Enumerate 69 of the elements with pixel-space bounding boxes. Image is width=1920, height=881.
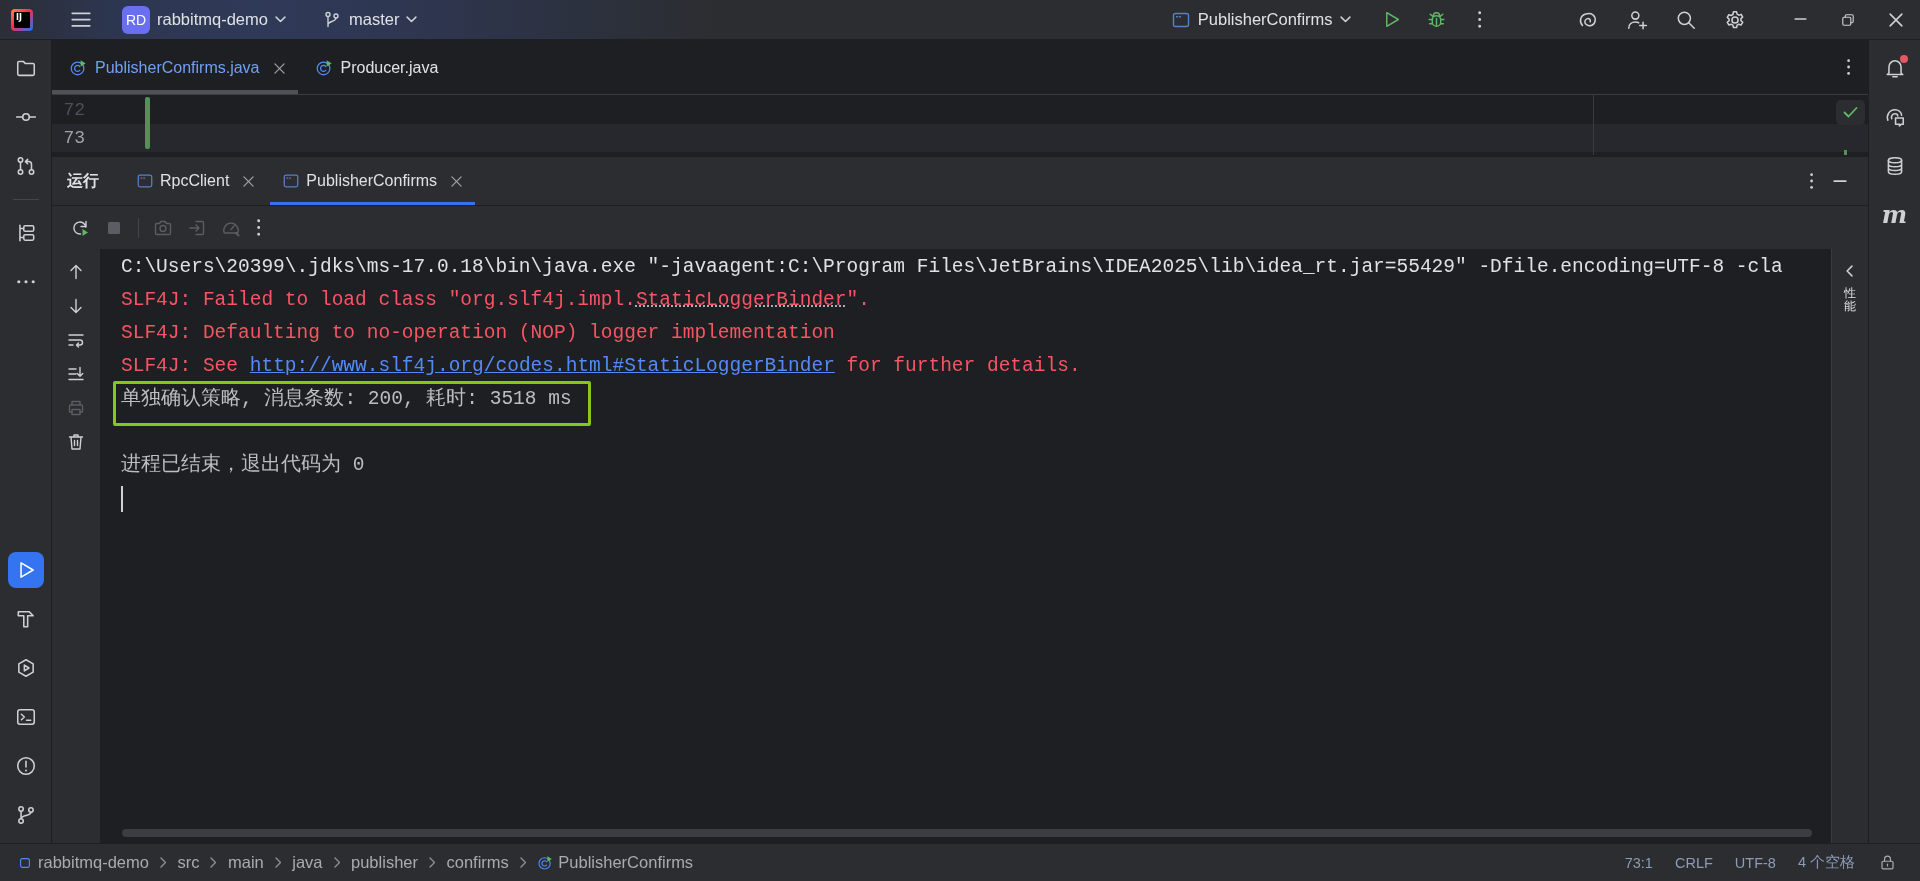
menu-icon[interactable]	[71, 12, 91, 27]
chevron-right-icon	[519, 857, 527, 868]
chevron-left-icon[interactable]	[1846, 265, 1854, 277]
breadcrumb[interactable]: rabbitmq-demo	[17, 853, 149, 872]
project-avatar: RD	[122, 5, 150, 34]
chevron-right-icon	[159, 857, 167, 868]
console-link[interactable]: http://www.slf4j.org/codes.html#StaticLoggerBinder	[249, 355, 835, 377]
more-icon	[16, 280, 35, 284]
exclamation-circle-icon	[14, 755, 37, 777]
padlock-icon[interactable]	[1879, 854, 1896, 871]
console-line: 进程已结束，退出代码为 0	[121, 454, 365, 476]
more-icon[interactable]	[1809, 173, 1813, 189]
check-icon[interactable]	[1836, 100, 1865, 125]
run-configuration-selector[interactable]: PublisherConfirms	[1162, 3, 1359, 36]
add-user-icon[interactable]	[1626, 8, 1648, 31]
change-marker	[145, 97, 150, 149]
breadcrumb[interactable]: PublisherConfirms	[537, 853, 694, 872]
close-icon[interactable]	[273, 62, 285, 74]
indent-setting[interactable]: 4 个空格	[1797, 853, 1855, 872]
trash-icon[interactable]	[66, 432, 86, 452]
chevron-right-icon	[333, 857, 340, 868]
tool-window-title: 运行	[67, 170, 99, 191]
more-icon[interactable]	[1477, 11, 1481, 28]
close-icon[interactable]	[451, 175, 463, 187]
console-line: SLF4J: Defaulting to no-operation (NOP) logger implementation	[121, 322, 835, 344]
window-icon	[136, 172, 154, 190]
breadcrumb[interactable]: java	[292, 853, 323, 872]
restore-icon[interactable]	[1840, 11, 1856, 28]
change-stripe-marker	[1844, 150, 1847, 155]
maven-tool-button[interactable]: m	[1876, 197, 1913, 233]
text-cursor	[121, 486, 123, 512]
horizontal-scrollbar[interactable]	[122, 829, 1812, 837]
bug-icon[interactable]	[1425, 9, 1447, 30]
more-icon[interactable]	[1846, 59, 1850, 75]
more-icon[interactable]	[257, 219, 261, 236]
side-panel-tab[interactable]: 性能	[1844, 287, 1856, 314]
file-encoding[interactable]: UTF-8	[1734, 854, 1776, 871]
chevron-down-icon	[274, 16, 286, 23]
breadcrumb[interactable]: src	[177, 853, 200, 872]
class-icon	[69, 59, 87, 77]
minimize-icon[interactable]	[1794, 18, 1807, 21]
breadcrumb[interactable]: main	[227, 853, 264, 872]
minimize-icon[interactable]	[1833, 179, 1847, 183]
cursor-position[interactable]: 73:1	[1624, 854, 1653, 871]
console-line: C:\Users\20399\.jdks\ms-17.0.18\bin\java.exe "-javaagent:C:\Program Files\JetBrains\IDEA2025\lib\idea_rt.jar=55429" -Dfile.encoding=UTF-8 -cla	[121, 256, 1783, 278]
console-line: SLF4J: See http://www.slf4j.org/codes.html#StaticLoggerBinder for further details.	[121, 355, 1081, 377]
breadcrumb[interactable]: confirms	[446, 853, 509, 872]
class-icon	[314, 59, 333, 77]
breadcrumb[interactable]: publisher	[351, 853, 418, 872]
chevron-down-icon	[1339, 16, 1351, 23]
console-line: SLF4J: Failed to load class "org.slf4j.impl.StaticLoggerBinder".	[121, 289, 870, 311]
class-icon	[537, 854, 554, 871]
close-icon[interactable]	[1889, 12, 1903, 27]
project-selector[interactable]: RD rabbitmq-demo	[116, 3, 292, 36]
chevron-right-icon	[274, 857, 282, 868]
terminal-icon	[14, 706, 37, 728]
branch-selector[interactable]: master	[315, 3, 424, 36]
window-icon	[282, 172, 301, 190]
line-number: 73	[62, 128, 85, 148]
line-separator[interactable]: CRLF	[1674, 854, 1713, 871]
run-tool-button[interactable]	[7, 552, 44, 588]
run-tab[interactable]: RpcClient	[124, 157, 268, 205]
close-icon[interactable]	[243, 175, 255, 187]
editor-tab[interactable]: Producer.java	[297, 40, 452, 94]
chevron-right-icon	[429, 857, 436, 868]
chevron-down-icon	[406, 16, 418, 23]
console-line: 单独确认策略, 消息条数: 200, 耗时: 3518 ms	[121, 388, 572, 410]
chevron-right-icon	[210, 857, 217, 868]
settings-icon[interactable]	[1724, 8, 1746, 31]
